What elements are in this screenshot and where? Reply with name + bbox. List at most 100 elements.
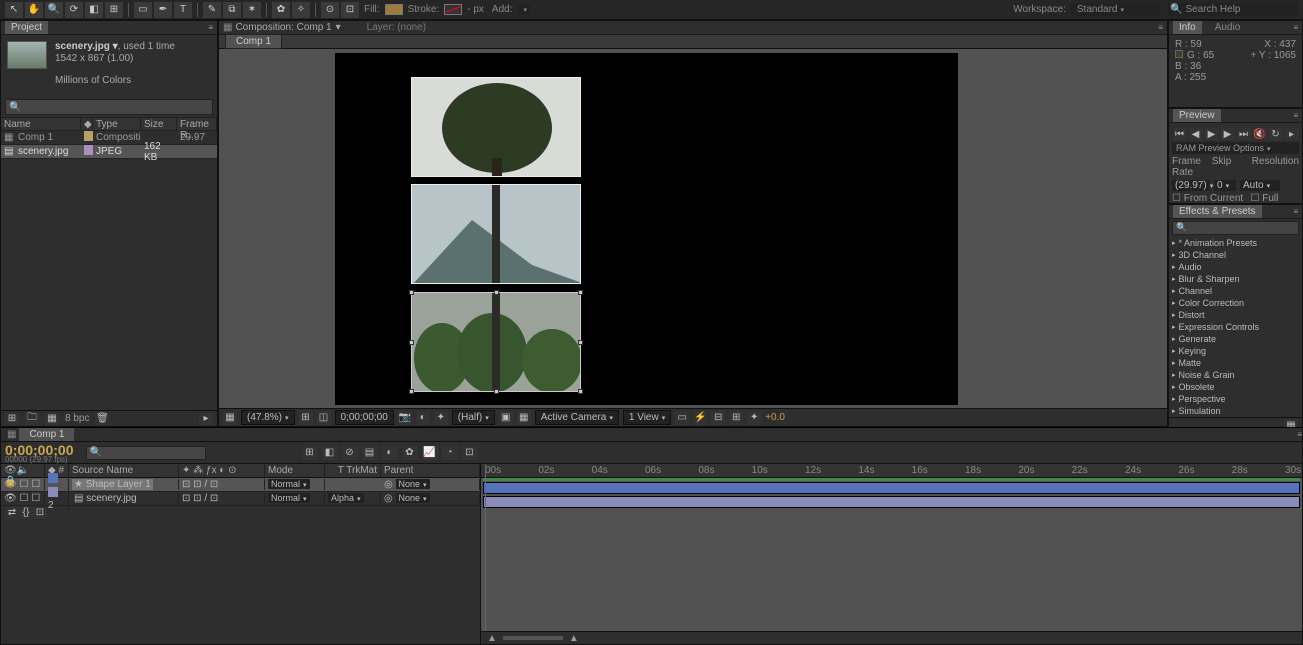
- timeline-icon[interactable]: ⊟: [711, 411, 725, 425]
- workspace-dropdown[interactable]: Standard: [1071, 3, 1160, 16]
- folder-icon[interactable]: 🗀: [25, 413, 39, 425]
- reset-exposure-icon[interactable]: ✦: [747, 411, 761, 425]
- col-label-icon[interactable]: ◆: [81, 118, 93, 130]
- exposure-value[interactable]: +0.0: [765, 412, 785, 423]
- panel-menu-icon[interactable]: ≡: [1293, 111, 1298, 120]
- first-frame-icon[interactable]: ⏮: [1173, 128, 1187, 140]
- image-region-1[interactable]: [411, 77, 581, 177]
- effects-category[interactable]: Generate: [1169, 333, 1302, 345]
- project-item[interactable]: ▦Comp 1Composition29.97: [1, 131, 217, 145]
- auto-keyframe-icon[interactable]: ◔: [442, 446, 458, 460]
- ram-preview-icon[interactable]: ▸: [1285, 128, 1299, 140]
- snap-icon[interactable]: ⊙: [321, 2, 339, 18]
- effects-category[interactable]: Distort: [1169, 309, 1302, 321]
- comp-flowchart-icon[interactable]: ⊞: [729, 411, 743, 425]
- effects-category[interactable]: Perspective: [1169, 393, 1302, 405]
- anchor-tool-icon[interactable]: ⊞: [105, 2, 123, 18]
- mask-icon[interactable]: ◫: [317, 411, 331, 425]
- zoom-tool-icon[interactable]: 🔍: [45, 2, 63, 18]
- effects-category[interactable]: Expression Controls: [1169, 321, 1302, 333]
- camera-tool-icon[interactable]: ◧: [85, 2, 103, 18]
- info-tab[interactable]: Info: [1173, 21, 1202, 34]
- col-mode[interactable]: Mode: [265, 464, 325, 477]
- timeline-track-area[interactable]: 00s02s04s06s08s10s12s14s16s18s20s22s24s2…: [481, 464, 1302, 644]
- roi-icon[interactable]: ▣: [499, 411, 513, 425]
- timeline-layer-row[interactable]: 👁 ☐ ☐ 2▤ scenery.jpg⊡ ⊡ / ⊡NormalAlpha◎ …: [1, 492, 480, 506]
- effects-category[interactable]: Obsolete: [1169, 381, 1302, 393]
- composition-viewer[interactable]: [219, 49, 1167, 408]
- panel-menu-icon[interactable]: ≡: [1293, 23, 1298, 32]
- comp-icon[interactable]: ▦: [45, 413, 59, 425]
- project-tab[interactable]: Project: [5, 21, 48, 34]
- zoom-out-icon[interactable]: ▲: [487, 633, 497, 644]
- effects-category[interactable]: Matte: [1169, 357, 1302, 369]
- loop-icon[interactable]: ↻: [1269, 128, 1283, 140]
- play-icon[interactable]: ▶: [1205, 128, 1219, 140]
- timeline-search[interactable]: 🔍: [86, 446, 206, 460]
- brackets-icon[interactable]: ⊡: [33, 507, 47, 519]
- search-help-input[interactable]: 🔍 Search Help: [1168, 3, 1298, 16]
- col-trkmat[interactable]: T TrkMat: [325, 464, 381, 477]
- brain-icon[interactable]: ✿: [402, 446, 418, 460]
- hide-shy-icon[interactable]: ⊘: [342, 446, 358, 460]
- graph-editor-icon[interactable]: 📈: [422, 446, 438, 460]
- skip-input[interactable]: 0: [1214, 180, 1236, 191]
- timeline-layer-row[interactable]: 👁 ☐ ☐ 1★ Shape Layer 1⊡ ⊡ / ⊡Normal◎ Non…: [1, 478, 480, 492]
- image-region-3-selected[interactable]: [411, 292, 581, 392]
- effects-category[interactable]: Simulation: [1169, 405, 1302, 417]
- grid-icon[interactable]: ⊞: [299, 411, 313, 425]
- text-tool-icon[interactable]: T: [174, 2, 192, 18]
- adjustment-icon[interactable]: ✦: [434, 411, 448, 425]
- comp-mini-flowchart-icon[interactable]: ⊞: [302, 446, 318, 460]
- col-name[interactable]: Name: [1, 118, 81, 130]
- last-frame-icon[interactable]: ⏭: [1237, 128, 1251, 140]
- camera-dropdown[interactable]: Active Camera: [535, 410, 619, 425]
- snapshot-icon[interactable]: 📷: [398, 411, 412, 425]
- panel-menu-icon[interactable]: ≡: [1158, 23, 1163, 32]
- panel-menu-icon[interactable]: ≡: [208, 23, 213, 32]
- effects-category[interactable]: Audio: [1169, 261, 1302, 273]
- effects-category[interactable]: Channel: [1169, 285, 1302, 297]
- col-parent[interactable]: Parent: [381, 464, 480, 477]
- interpret-icon[interactable]: ⊞: [5, 413, 19, 425]
- zoom-dropdown[interactable]: (47.8%): [241, 410, 295, 425]
- effects-search[interactable]: 🔍: [1172, 221, 1299, 235]
- channel-icon[interactable]: ◐: [416, 411, 430, 425]
- effects-category[interactable]: * Animation Presets: [1169, 237, 1302, 249]
- col-fr[interactable]: Frame R…: [177, 118, 217, 130]
- effects-category[interactable]: Blur & Sharpen: [1169, 273, 1302, 285]
- effects-category[interactable]: 3D Channel: [1169, 249, 1302, 261]
- fast-preview-icon[interactable]: ⚡: [693, 411, 707, 425]
- frame-blend-icon[interactable]: ▤: [362, 446, 378, 460]
- snap2-icon[interactable]: ⊡: [341, 2, 359, 18]
- draft-3d-icon[interactable]: ◧: [322, 446, 338, 460]
- comp-tab[interactable]: Comp 1: [225, 34, 282, 49]
- always-preview-icon[interactable]: ▦: [223, 411, 237, 425]
- audio-tab[interactable]: Audio: [1208, 20, 1248, 35]
- fill-swatch[interactable]: [385, 4, 403, 15]
- view-layout-dropdown[interactable]: 1 View: [623, 410, 671, 425]
- eraser-tool-icon[interactable]: ✶: [243, 2, 261, 18]
- project-search[interactable]: 🔍: [5, 99, 213, 115]
- clone-tool-icon[interactable]: ⧉: [223, 2, 241, 18]
- rotate-tool-icon[interactable]: ⟳: [65, 2, 83, 18]
- preview-tab[interactable]: Preview: [1173, 109, 1221, 122]
- trash-icon[interactable]: 🗑: [95, 413, 109, 425]
- transparency-icon[interactable]: ▦: [517, 411, 531, 425]
- rect-tool-icon[interactable]: ▭: [134, 2, 152, 18]
- image-region-2[interactable]: [411, 184, 581, 284]
- prev-frame-icon[interactable]: ◀: [1189, 128, 1203, 140]
- col-size[interactable]: Size: [141, 118, 177, 130]
- stroke-swatch[interactable]: [444, 4, 462, 15]
- flowchart-icon[interactable]: ▸: [199, 413, 213, 425]
- puppet-tool-icon[interactable]: ✧: [292, 2, 310, 18]
- res-input[interactable]: Auto: [1240, 180, 1280, 191]
- effects-tab[interactable]: Effects & Presets: [1173, 205, 1262, 218]
- zoom-in-icon[interactable]: ▲: [569, 633, 579, 644]
- time-ruler[interactable]: 00s02s04s06s08s10s12s14s16s18s20s22s24s2…: [481, 464, 1302, 478]
- layer-tab[interactable]: Layer: (none): [367, 22, 426, 33]
- timeline-zoom-slider[interactable]: ▲ ▲: [481, 631, 1302, 644]
- comp-canvas[interactable]: [335, 53, 958, 405]
- pixel-aspect-icon[interactable]: ▭: [675, 411, 689, 425]
- pen-tool-icon[interactable]: ✒: [154, 2, 172, 18]
